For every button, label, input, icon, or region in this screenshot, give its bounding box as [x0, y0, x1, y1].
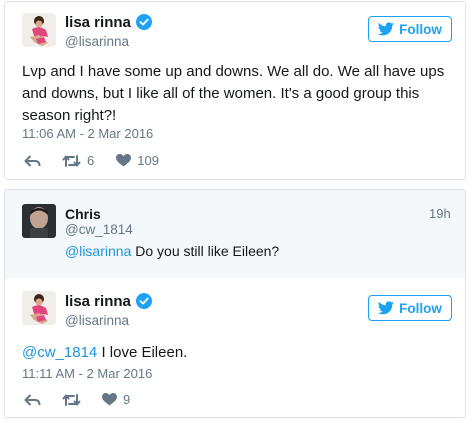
follow-button[interactable]: Follow: [368, 295, 452, 321]
retweet-count: 6: [87, 153, 95, 168]
verified-badge-icon: [135, 14, 152, 30]
follow-button[interactable]: Follow: [368, 16, 452, 42]
avatar[interactable]: [22, 13, 56, 47]
author-name[interactable]: lisa rinna: [65, 14, 152, 31]
twitter-bird-icon: [378, 22, 394, 36]
tweet-actions: 6 109: [24, 153, 159, 168]
reply-button[interactable]: [24, 393, 41, 407]
like-button[interactable]: 9: [102, 392, 130, 407]
avatar[interactable]: [22, 291, 56, 325]
retweet-button[interactable]: [62, 393, 81, 407]
verified-badge-icon: [135, 293, 152, 309]
reply-icon: [24, 393, 41, 406]
reply-button[interactable]: [24, 154, 41, 168]
heart-icon: [102, 393, 117, 406]
tweet-text: @cw_1814 I love Eileen.: [22, 344, 188, 361]
tweet-text: Lvp and I have some up and downs. We all…: [22, 63, 445, 124]
reply-time[interactable]: 19h: [429, 206, 451, 221]
reply-text: @lisarinna Do you still like Eileen?: [65, 243, 280, 259]
retweet-icon: [62, 154, 81, 167]
author-handle[interactable]: @lisarinna: [65, 313, 129, 328]
author-name[interactable]: lisa rinna: [65, 293, 152, 310]
quoted-reply[interactable]: Chris @cw_1814 19h @lisarinna Do you sti…: [5, 190, 465, 278]
tweet-timestamp[interactable]: 11:11 AM - 2 Mar 2016: [22, 366, 152, 381]
like-button[interactable]: 109: [116, 153, 159, 168]
retweet-icon: [62, 393, 81, 406]
tweet-card-1: lisa rinna @lisarinna Follow Lvp and I h…: [4, 1, 466, 180]
mention-link[interactable]: @lisarinna: [65, 243, 131, 259]
twitter-bird-icon: [378, 301, 394, 315]
mention-link[interactable]: @cw_1814: [22, 344, 97, 361]
tweet-actions: 9: [24, 392, 130, 407]
like-count: 9: [123, 392, 131, 407]
author-handle[interactable]: @lisarinna: [65, 34, 129, 49]
like-count: 109: [137, 153, 159, 168]
avatar[interactable]: [22, 204, 56, 238]
reply-icon: [24, 154, 41, 167]
tweet-card-2: Chris @cw_1814 19h @lisarinna Do you sti…: [4, 189, 466, 418]
reply-author-handle[interactable]: @cw_1814: [65, 222, 133, 237]
reply-author-name[interactable]: Chris: [65, 206, 101, 222]
heart-icon: [116, 154, 132, 167]
retweet-button[interactable]: 6: [62, 153, 94, 168]
tweet-timestamp[interactable]: 11:06 AM - 2 Mar 2016: [22, 126, 153, 141]
